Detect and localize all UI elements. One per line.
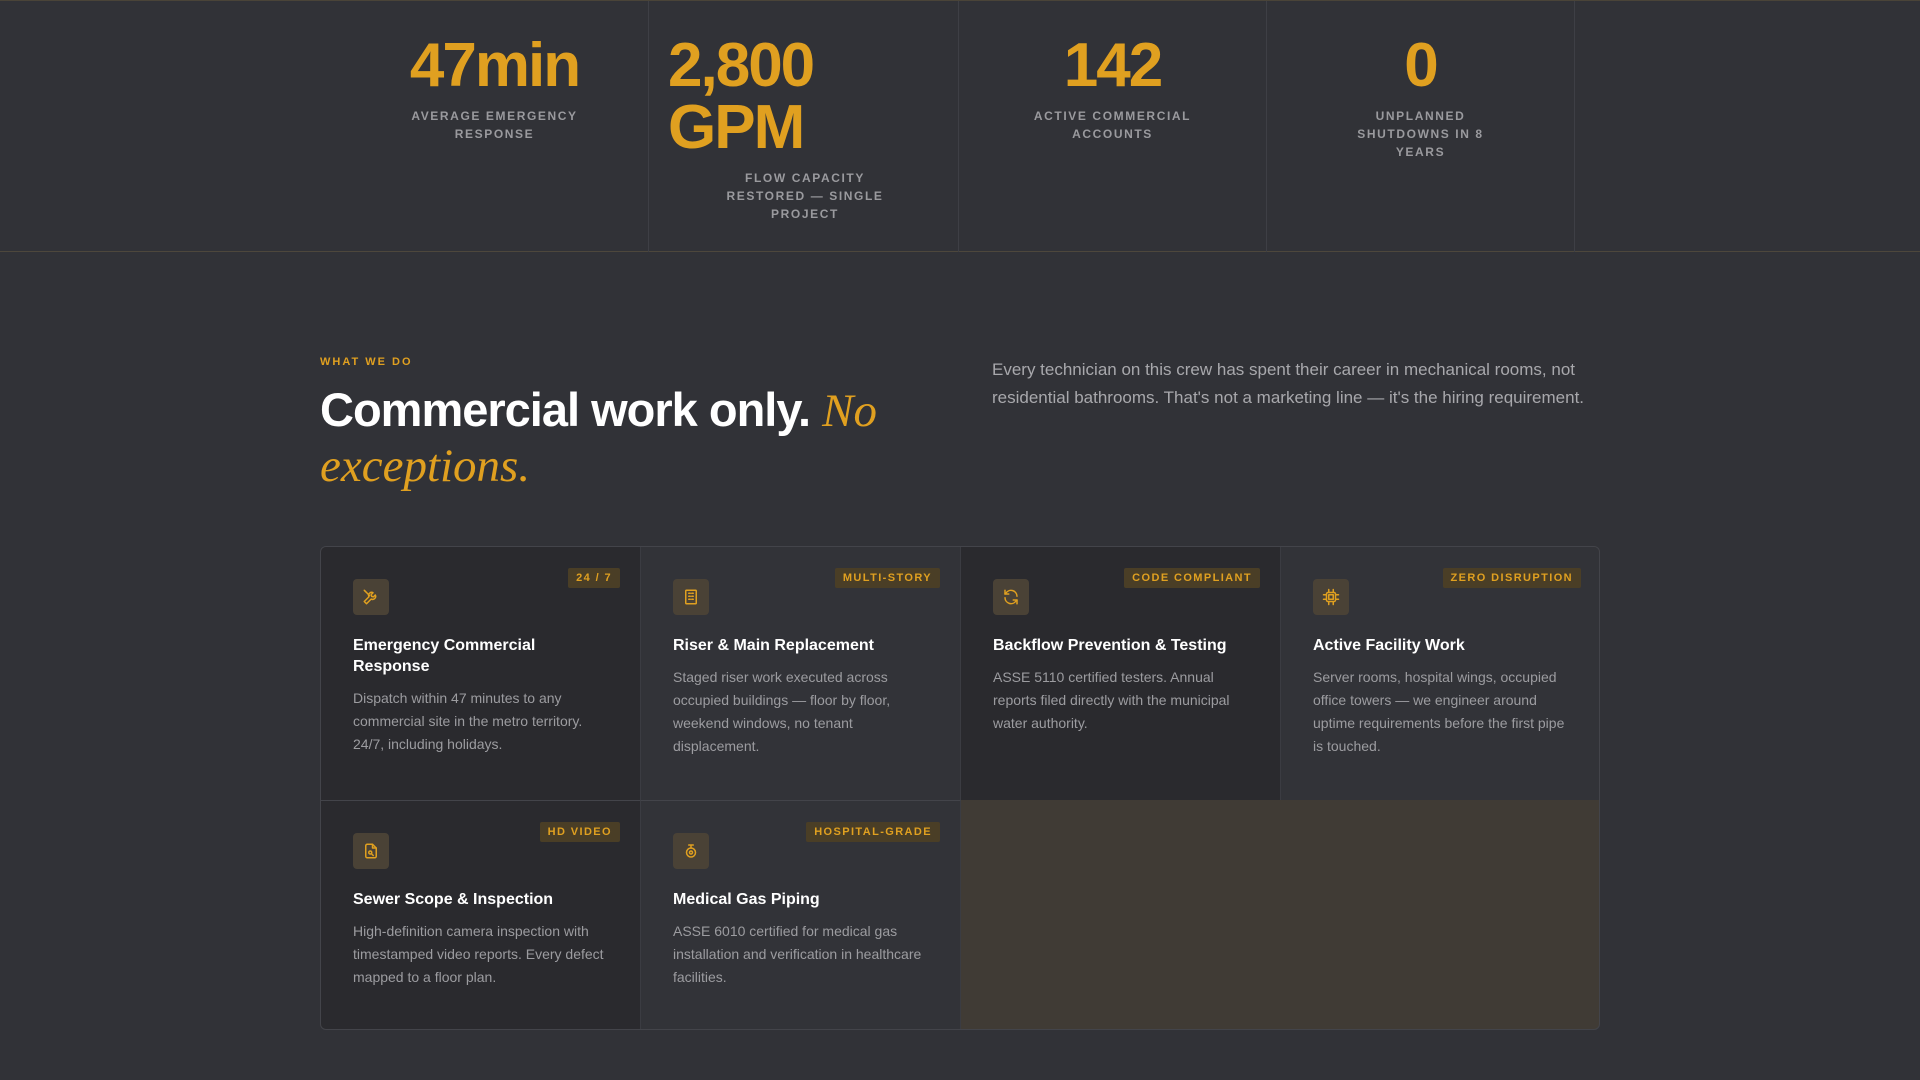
headline-main: Commercial work only. (320, 383, 811, 436)
stat-flow-capacity: 2,800 GPM FLOW CAPACITY RESTORED — SINGL… (651, 1, 959, 252)
service-badge: HOSPITAL-GRADE (806, 822, 940, 842)
stat-value: 47min (409, 31, 581, 100)
service-description: High-definition camera inspection with t… (353, 923, 604, 985)
gas-valve-icon (673, 833, 709, 869)
service-description: Staged riser work executed across occupi… (673, 669, 891, 754)
section-intro: Every technician on this crew has spent … (992, 360, 1585, 407)
stat-label: ACTIVE COMMERCIAL ACCOUNTS (1033, 109, 1192, 141)
stat-emergency-response: 47min AVERAGE EMERGENCY RESPONSE (341, 1, 649, 252)
refresh-icon (993, 579, 1029, 615)
tools-icon (353, 579, 389, 615)
stat-label: AVERAGE EMERGENCY RESPONSE (411, 109, 578, 141)
service-badge: MULTI-STORY (834, 568, 940, 588)
service-card-emergency[interactable]: 24 / 7 Emergency Commercial Response Dis… (321, 547, 641, 800)
section-eyebrow: WHAT WE DO (320, 356, 413, 368)
stat-label: UNPLANNED SHUTDOWNS IN 8 YEARS (1357, 109, 1484, 159)
service-badge: ZERO DISRUPTION (1442, 568, 1581, 588)
service-description: ASSE 6010 certified for medical gas inst… (673, 923, 922, 985)
service-card-sewer-scope[interactable]: HD VIDEO Sewer Scope & Inspection High-d… (321, 800, 641, 1029)
section-headline: Commercial work only. No exceptions. (320, 383, 940, 493)
service-title: Sewer Scope & Inspection (353, 891, 554, 908)
service-card-riser[interactable]: MULTI-STORY Riser & Main Replacement Sta… (641, 547, 961, 800)
service-card-active-facility[interactable]: ZERO DISRUPTION Active Facility Work Ser… (1281, 547, 1599, 800)
service-card-backflow[interactable]: CODE COMPLIANT Backflow Prevention & Tes… (961, 547, 1281, 800)
services-grid: 24 / 7 Emergency Commercial Response Dis… (320, 546, 1600, 1030)
building-icon (673, 579, 709, 615)
service-title: Active Facility Work (1313, 637, 1465, 654)
stat-value: 0 (1404, 31, 1438, 100)
service-title: Medical Gas Piping (673, 891, 820, 908)
service-badge: 24 / 7 (568, 568, 620, 588)
service-description: Dispatch within 47 minutes to any commer… (353, 690, 583, 752)
service-title: Emergency Commercial Response (353, 637, 536, 675)
service-card-medical-gas[interactable]: HOSPITAL-GRADE Medical Gas Piping ASSE 6… (641, 800, 961, 1029)
stat-label: FLOW CAPACITY RESTORED — SINGLE PROJECT (726, 171, 884, 221)
service-description: Server rooms, hospital wings, occupied o… (1313, 669, 1565, 754)
service-badge: CODE COMPLIANT (1124, 568, 1260, 588)
stat-value: 2,800 GPM (668, 31, 815, 162)
stat-unplanned-shutdowns: 0 UNPLANNED SHUTDOWNS IN 8 YEARS (1267, 1, 1575, 252)
document-icon (353, 833, 389, 869)
stats-band: 47min AVERAGE EMERGENCY RESPONSE 2,800 G… (0, 0, 1920, 252)
service-badge: HD VIDEO (539, 822, 620, 842)
service-title: Riser & Main Replacement (673, 637, 874, 654)
service-description: ASSE 5110 certified testers. Annual repo… (993, 669, 1230, 731)
stat-value: 142 (1063, 31, 1163, 100)
service-title: Backflow Prevention & Testing (993, 637, 1227, 654)
stat-active-accounts: 142 ACTIVE COMMERCIAL ACCOUNTS (959, 1, 1267, 252)
chip-icon (1313, 579, 1349, 615)
